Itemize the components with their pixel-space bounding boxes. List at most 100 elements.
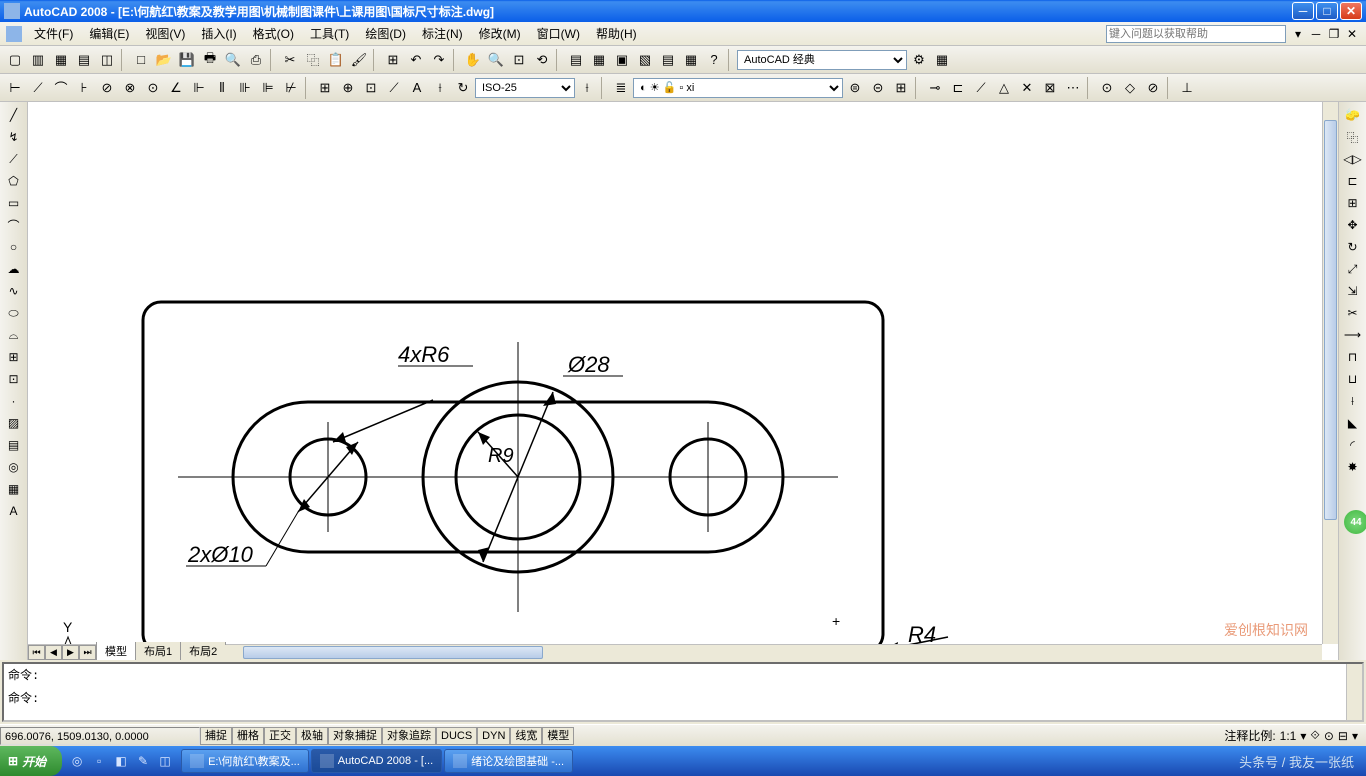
vertical-scrollbar[interactable] bbox=[1322, 102, 1338, 644]
break-icon[interactable]: ⊔ bbox=[1341, 368, 1365, 390]
help-dropdown-icon[interactable]: ▾ bbox=[1290, 26, 1306, 42]
calc-icon[interactable]: ▤ bbox=[657, 49, 679, 71]
new-icon[interactable]: ▢ bbox=[4, 49, 26, 71]
mirror-icon[interactable]: ◁▷ bbox=[1341, 148, 1365, 170]
menu-modify[interactable]: 修改(M) bbox=[471, 23, 529, 44]
dim-baseline-icon[interactable]: ⫴ bbox=[211, 77, 233, 99]
dim-aligned-icon[interactable]: ⟋ bbox=[27, 77, 49, 99]
sheet-icon[interactable]: ▥ bbox=[27, 49, 49, 71]
fillet-icon[interactable]: ◜ bbox=[1341, 434, 1365, 456]
ws-lock-icon[interactable]: ▦ bbox=[931, 49, 953, 71]
maximize-button[interactable]: □ bbox=[1316, 2, 1338, 20]
model-toggle[interactable]: 模型 bbox=[542, 727, 574, 745]
menu-help[interactable]: 帮助(H) bbox=[588, 23, 645, 44]
dcenter-icon[interactable]: ▦ bbox=[588, 49, 610, 71]
dim-ordinate-icon[interactable]: ⊦ bbox=[73, 77, 95, 99]
insert-icon[interactable]: ⊞ bbox=[2, 346, 26, 368]
qnew-icon[interactable]: □ bbox=[130, 49, 152, 71]
otrack-toggle[interactable]: 对象追踪 bbox=[382, 727, 436, 745]
osnap-toggle[interactable]: 对象捕捉 bbox=[328, 727, 382, 745]
redo-icon[interactable]: ↷ bbox=[428, 49, 450, 71]
anno-vis-icon[interactable]: ⟐ bbox=[1310, 728, 1319, 743]
anno-auto-icon[interactable]: ⊙ bbox=[1324, 729, 1334, 743]
snap-tan-icon[interactable]: ⊘ bbox=[1142, 77, 1164, 99]
line-icon[interactable]: ╱ bbox=[2, 104, 26, 126]
help-search-input[interactable] bbox=[1106, 25, 1286, 43]
snap-quad-icon[interactable]: ◇ bbox=[1119, 77, 1141, 99]
dim-tedit-icon[interactable]: ⟊ bbox=[429, 77, 451, 99]
grid-toggle[interactable]: 栅格 bbox=[232, 727, 264, 745]
mdi-restore-icon[interactable]: ❐ bbox=[1326, 26, 1342, 42]
dim-linear-icon[interactable]: ⊢ bbox=[4, 77, 26, 99]
match-icon[interactable]: 🖌 bbox=[348, 49, 370, 71]
menu-view[interactable]: 视图(V) bbox=[137, 23, 193, 44]
props-icon[interactable]: ▤ bbox=[565, 49, 587, 71]
snap-cen-icon[interactable]: ⊙ bbox=[1096, 77, 1118, 99]
menu-dim[interactable]: 标注(N) bbox=[414, 23, 471, 44]
circle-icon[interactable]: ○ bbox=[2, 236, 26, 258]
zoom-win-icon[interactable]: ⊡ bbox=[508, 49, 530, 71]
tab-layout1[interactable]: 布局1 bbox=[135, 642, 181, 660]
close-button[interactable]: ✕ bbox=[1340, 2, 1362, 20]
snap-mid-icon[interactable]: △ bbox=[993, 77, 1015, 99]
tab-next-icon[interactable]: ▶ bbox=[62, 645, 79, 660]
spline-icon[interactable]: ∿ bbox=[2, 280, 26, 302]
arc-icon[interactable]: ⌒ bbox=[2, 214, 26, 236]
extend-icon[interactable]: ⟶ bbox=[1341, 324, 1365, 346]
publish-icon[interactable]: ⎙ bbox=[245, 49, 267, 71]
qcalc-icon[interactable]: ▦ bbox=[680, 49, 702, 71]
center-icon[interactable]: ⊕ bbox=[337, 77, 359, 99]
ortho-toggle[interactable]: 正交 bbox=[264, 727, 296, 745]
ql-icon-3[interactable]: ◧ bbox=[112, 752, 130, 770]
dim-update-icon[interactable]: ↻ bbox=[452, 77, 474, 99]
dim-arc-icon[interactable]: ⌒ bbox=[50, 77, 72, 99]
snap-toggle[interactable]: 捕捉 bbox=[200, 727, 232, 745]
snap-int-icon[interactable]: ✕ bbox=[1016, 77, 1038, 99]
trim-icon[interactable]: ✂ bbox=[1341, 302, 1365, 324]
layout-icon[interactable]: ▦ bbox=[50, 49, 72, 71]
offset-icon[interactable]: ⊏ bbox=[1341, 170, 1365, 192]
dim-continue-icon[interactable]: ⊪ bbox=[234, 77, 256, 99]
plot-icon[interactable]: 🖶 bbox=[199, 49, 221, 71]
ellipse-arc-icon[interactable]: ⌓ bbox=[2, 324, 26, 346]
ws-settings-icon[interactable]: ⚙ bbox=[908, 49, 930, 71]
layer-state-icon[interactable]: ⊝ bbox=[867, 77, 889, 99]
join-icon[interactable]: ⟊ bbox=[1341, 390, 1365, 412]
snap-temp-icon[interactable]: ⊸ bbox=[924, 77, 946, 99]
start-button[interactable]: 开始 bbox=[0, 746, 62, 776]
task-doc[interactable]: 绪论及绘图基础 -... bbox=[444, 749, 573, 773]
dim-jogged-icon[interactable]: ⊗ bbox=[119, 77, 141, 99]
mtext-icon[interactable]: A bbox=[2, 500, 26, 522]
coordinates[interactable]: 696.0076, 1509.0130, 0.0000 bbox=[0, 727, 200, 745]
dyn-toggle[interactable]: DYN bbox=[477, 727, 510, 745]
ql-icon-2[interactable]: ▫ bbox=[90, 752, 108, 770]
menu-tools[interactable]: 工具(T) bbox=[302, 23, 357, 44]
layer-select[interactable]: ◐ ☀ 🔓 ▫ xi bbox=[633, 78, 843, 98]
table-icon[interactable]: ▦ bbox=[2, 478, 26, 500]
hatch-icon[interactable]: ▨ bbox=[2, 412, 26, 434]
tab-last-icon[interactable]: ⏭ bbox=[79, 645, 96, 660]
tab-model[interactable]: 模型 bbox=[96, 642, 136, 660]
task-explorer[interactable]: E:\何航红\教案及... bbox=[181, 749, 309, 773]
command-scrollbar[interactable] bbox=[1346, 664, 1362, 720]
move-icon[interactable]: ✥ bbox=[1341, 214, 1365, 236]
tpalette-icon[interactable]: ▣ bbox=[611, 49, 633, 71]
zoom-rt-icon[interactable]: 🔍 bbox=[485, 49, 507, 71]
ql-icon-1[interactable]: ◎ bbox=[68, 752, 86, 770]
undo-icon[interactable]: ↶ bbox=[405, 49, 427, 71]
markup-icon[interactable]: ▧ bbox=[634, 49, 656, 71]
xline-icon[interactable]: ↯ bbox=[2, 126, 26, 148]
layer-tools-icon[interactable]: ⊞ bbox=[890, 77, 912, 99]
workspace-select[interactable]: AutoCAD 经典 bbox=[737, 50, 907, 70]
point-icon[interactable]: · bbox=[2, 390, 26, 412]
scale-icon[interactable]: ⤢ bbox=[1341, 258, 1365, 280]
save-icon[interactable]: 💾 bbox=[176, 49, 198, 71]
status-tray-icon[interactable]: ▾ bbox=[1352, 729, 1358, 743]
polygon-icon[interactable]: ⬠ bbox=[2, 170, 26, 192]
dim-diameter-icon[interactable]: ⊙ bbox=[142, 77, 164, 99]
snap-perp-icon[interactable]: ⊥ bbox=[1176, 77, 1198, 99]
minimize-button[interactable]: ─ bbox=[1292, 2, 1314, 20]
explode-icon[interactable]: ✸ bbox=[1341, 456, 1365, 478]
layer-prev-icon[interactable]: ⊜ bbox=[844, 77, 866, 99]
snap-from-icon[interactable]: ⊏ bbox=[947, 77, 969, 99]
